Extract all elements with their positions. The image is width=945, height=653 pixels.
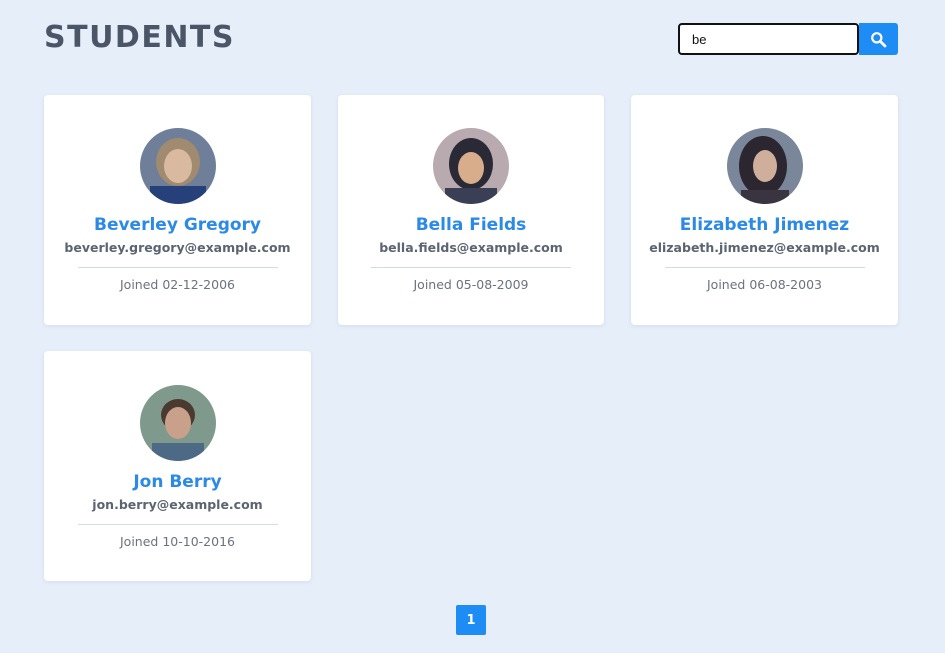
student-name: Beverley Gregory	[93, 215, 262, 235]
search-bar	[678, 23, 898, 55]
student-name: Bella Fields	[415, 215, 527, 235]
student-card[interactable]: Elizabeth Jimenez elizabeth.jimenez@exam…	[631, 95, 898, 325]
student-email: elizabeth.jimenez@example.com	[649, 240, 880, 255]
joined-date: Joined 06-08-2003	[707, 277, 822, 292]
avatar	[726, 128, 803, 204]
student-card[interactable]: Bella Fields bella.fields@example.com Jo…	[338, 95, 604, 325]
joined-date: Joined 05-08-2009	[413, 277, 529, 292]
avatar	[139, 128, 216, 204]
student-email: beverley.gregory@example.com	[64, 240, 291, 255]
divider	[77, 267, 278, 268]
search-icon	[871, 31, 887, 47]
student-card[interactable]: Jon Berry jon.berry@example.com Joined 1…	[44, 351, 311, 581]
joined-date: Joined 10-10-2016	[120, 534, 235, 549]
search-button[interactable]	[859, 23, 898, 55]
search-input[interactable]	[678, 23, 859, 55]
avatar	[139, 385, 216, 461]
avatar	[433, 128, 509, 204]
student-name: Elizabeth Jimenez	[679, 215, 850, 235]
page-title: STUDENTS	[44, 20, 236, 55]
divider	[77, 524, 278, 525]
page-1-button[interactable]: 1	[456, 605, 486, 635]
joined-date: Joined 02-12-2006	[120, 277, 235, 292]
student-email: jon.berry@example.com	[92, 497, 263, 512]
divider	[371, 267, 571, 268]
student-email: bella.fields@example.com	[379, 240, 563, 255]
student-name: Jon Berry	[133, 472, 222, 492]
student-card[interactable]: Beverley Gregory beverley.gregory@exampl…	[44, 95, 311, 325]
divider	[664, 267, 865, 268]
